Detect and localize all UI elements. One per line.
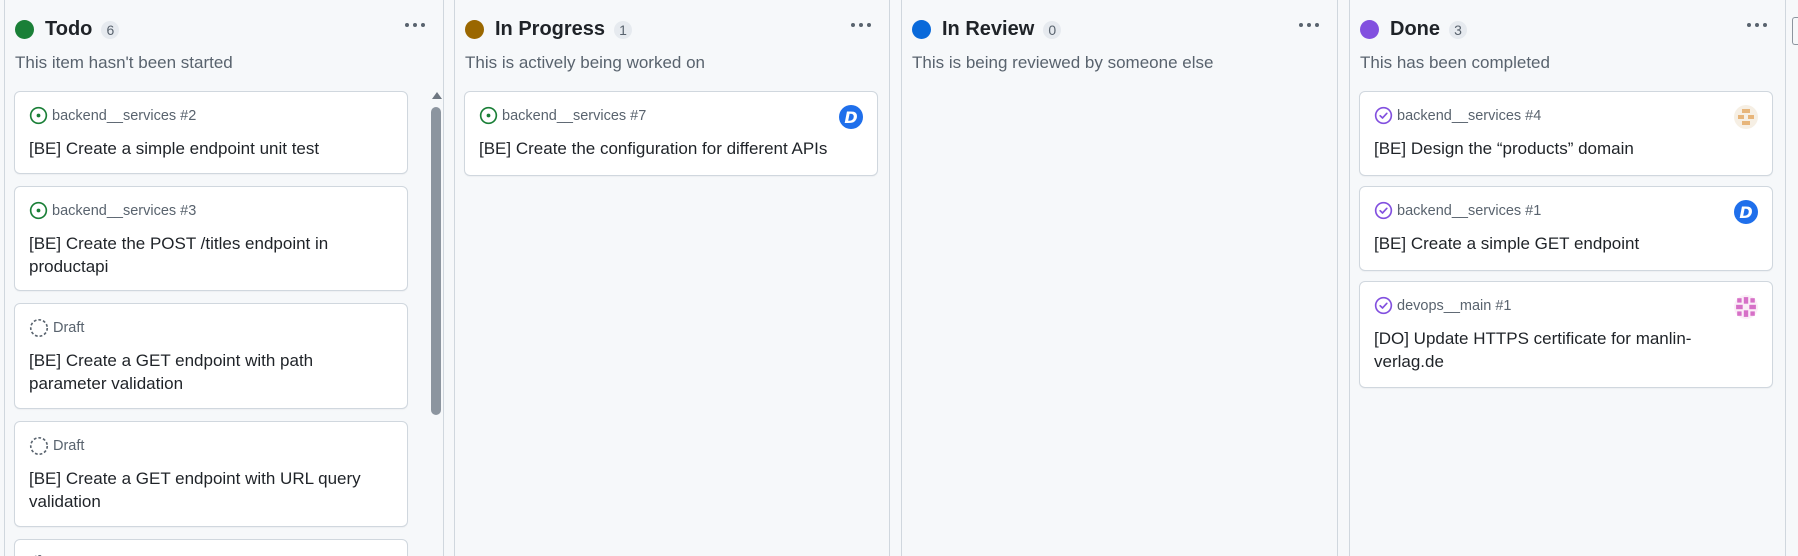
card-ref[interactable]: backend__services #2 <box>52 108 196 124</box>
issue-open-icon <box>29 201 48 220</box>
card-title[interactable]: [BE] Create a GET endpoint with URL quer… <box>29 467 391 513</box>
assignee-avatar[interactable]: D <box>1734 200 1758 224</box>
status-dot-icon <box>465 20 484 39</box>
card-title[interactable]: [BE] Create a simple GET endpoint <box>1374 232 1756 255</box>
board-scrollbar[interactable] <box>1792 17 1798 45</box>
card-ref: Draft <box>53 438 85 454</box>
card-title[interactable]: [BE] Design the “products” domain <box>1374 137 1756 160</box>
column-count-badge: 6 <box>101 20 120 39</box>
column-description: This is being reviewed by someone else <box>912 53 1214 72</box>
column-header: In Review 0 This is being reviewed by so… <box>902 0 1337 92</box>
column-title: Todo <box>45 18 93 40</box>
card[interactable]: backend__services #2 [BE] Create a simpl… <box>14 91 408 174</box>
draft-icon <box>29 436 49 456</box>
column-done: Done 3 This has been completed backend__… <box>1349 0 1786 556</box>
card-title[interactable]: [BE] Create the configuration for differ… <box>479 137 861 160</box>
column-description: This has been completed <box>1360 53 1550 72</box>
card[interactable]: Draft [BE] Create a GET endpoint with pa… <box>14 303 408 409</box>
column-title: In Progress <box>495 18 606 40</box>
column-title: In Review <box>942 18 1035 40</box>
column-menu-button[interactable] <box>847 14 875 36</box>
card-ref[interactable]: backend__services #7 <box>502 108 646 124</box>
column-menu-button[interactable] <box>401 14 429 36</box>
assignee-avatar[interactable]: D <box>839 105 863 129</box>
card-ref[interactable]: backend__services #4 <box>1397 108 1541 124</box>
card[interactable]: backend__services #3 [BE] Create the POS… <box>14 186 408 291</box>
status-dot-icon <box>15 20 34 39</box>
status-dot-icon <box>1360 20 1379 39</box>
column-todo: Todo 6 This item hasn't been started bac… <box>4 0 444 556</box>
status-dot-icon <box>912 20 931 39</box>
column-menu-button[interactable] <box>1743 14 1771 36</box>
project-board: Todo 6 This item hasn't been started bac… <box>0 0 1798 556</box>
column-count-badge: 1 <box>614 20 633 39</box>
card[interactable]: Draft [BE] Create a GET endpoint with UR… <box>14 421 408 527</box>
card[interactable]: backend__services #1 [BE] Create a simpl… <box>1359 186 1773 271</box>
card-ref[interactable]: backend__services #3 <box>52 203 196 219</box>
column-in-progress: In Progress 1 This is actively being wor… <box>454 0 890 556</box>
card[interactable]: backend__services #7 [BE] Create the con… <box>464 91 878 176</box>
card-ref[interactable]: devops__main #1 <box>1397 298 1511 314</box>
scrollbar-thumb[interactable] <box>431 107 441 415</box>
column-header: Todo 6 This item hasn't been started <box>5 0 443 92</box>
card-title[interactable]: [BE] Create the POST /titles endpoint in… <box>29 232 391 278</box>
column-menu-button[interactable] <box>1295 14 1323 36</box>
draft-icon <box>29 318 49 338</box>
column-count-badge: 0 <box>1043 20 1062 39</box>
identicon-avatar-icon[interactable] <box>1734 295 1758 319</box>
column-scrollbar[interactable] <box>430 88 442 556</box>
column-header: Done 3 This has been completed <box>1350 0 1785 92</box>
column-in-review: In Review 0 This is being reviewed by so… <box>901 0 1338 556</box>
column-description: This item hasn't been started <box>15 53 233 72</box>
card-title[interactable]: [BE] Create a GET endpoint with path par… <box>29 349 391 395</box>
identicon-avatar-icon[interactable] <box>1734 105 1758 129</box>
scroll-up-arrow-icon[interactable] <box>432 92 442 99</box>
issue-open-icon <box>29 106 48 125</box>
card-ref: Draft <box>53 320 85 336</box>
issue-closed-icon <box>1374 106 1393 125</box>
issue-open-icon <box>479 106 498 125</box>
column-count-badge: 3 <box>1449 20 1467 39</box>
card[interactable]: devops__main #1 [DO] Update HTTPS certif… <box>1359 281 1773 388</box>
column-header: In Progress 1 This is actively being wor… <box>455 0 889 92</box>
issue-closed-icon <box>1374 296 1393 315</box>
column-title: Done <box>1390 18 1440 40</box>
card[interactable]: backend__services #4 [BE] Design the “pr… <box>1359 91 1773 176</box>
card-ref[interactable]: backend__services #1 <box>1397 203 1541 219</box>
issue-closed-icon <box>1374 201 1393 220</box>
card-title[interactable]: [DO] Update HTTPS certificate for manlin… <box>1374 327 1756 373</box>
card-title[interactable]: [BE] Create a simple endpoint unit test <box>29 137 391 160</box>
card-partial[interactable] <box>14 539 408 556</box>
column-description: This is actively being worked on <box>465 53 706 72</box>
